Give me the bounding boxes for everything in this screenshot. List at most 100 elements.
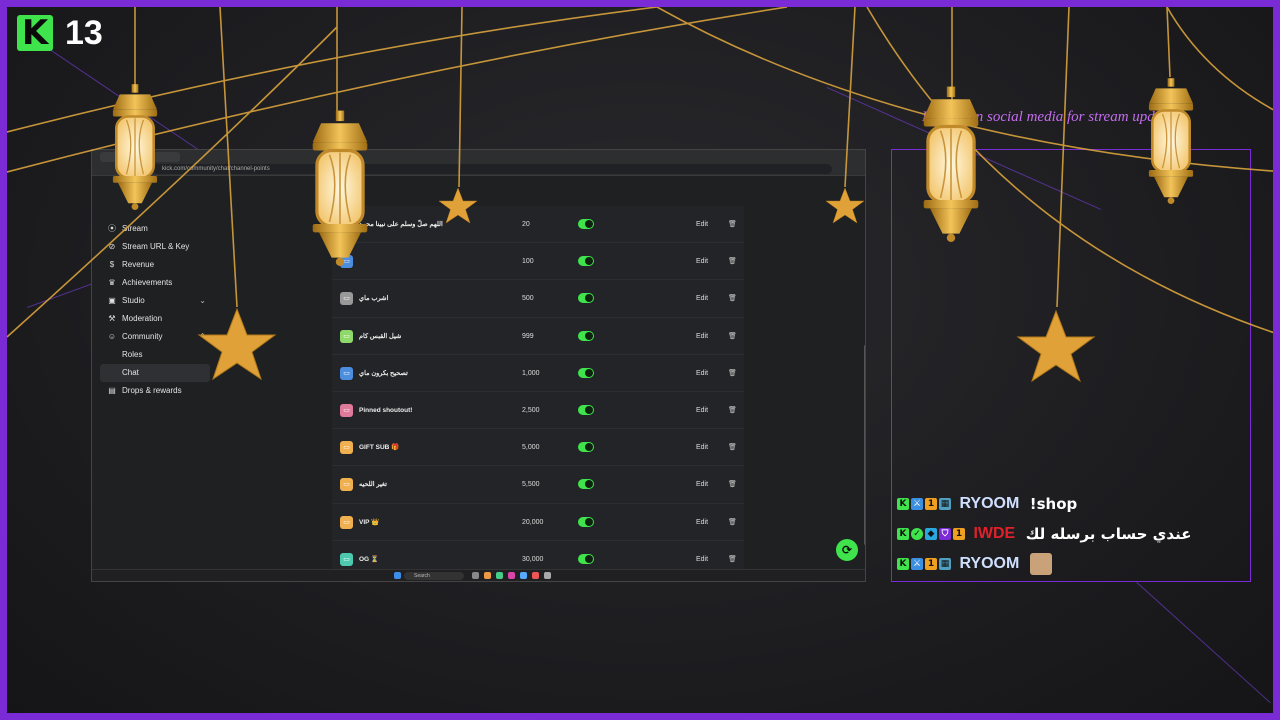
shield-badge-icon: ⛉ bbox=[939, 527, 951, 540]
trash-icon[interactable]: 🗑 bbox=[728, 318, 737, 355]
edit-button[interactable]: Edit bbox=[696, 243, 708, 280]
chat-message: K ✓ ◆ ⛉ 1 IWDE عندي حساب برسله لك bbox=[897, 522, 1191, 546]
sidebar-item-roles[interactable]: Roles bbox=[100, 346, 210, 364]
scrollbar[interactable] bbox=[864, 345, 865, 545]
taskbar-app-icon[interactable] bbox=[496, 572, 503, 579]
sidebar-item-label: Chat bbox=[122, 368, 139, 377]
sidebar-item-label: Studio bbox=[122, 296, 145, 305]
sidebar-item-achievements[interactable]: ♛ Achievements bbox=[100, 274, 210, 292]
taskbar-app-icon[interactable] bbox=[532, 572, 539, 579]
edit-button[interactable]: Edit bbox=[696, 318, 708, 355]
taskbar-app-icon[interactable] bbox=[484, 572, 491, 579]
reward-name: اشرب ماي bbox=[359, 295, 389, 303]
taskbar-app-icon[interactable] bbox=[544, 572, 551, 579]
sidebar-item-moderation[interactable]: ⚒ Moderation bbox=[100, 310, 210, 328]
reward-row: ▭ تصحيح بكرون ماي 1,000 Edit 🗑 bbox=[332, 354, 744, 392]
browser-toolbar: kick.com/community/chat/channel-points bbox=[92, 150, 865, 176]
reward-enabled-toggle[interactable] bbox=[578, 404, 594, 415]
sidebar-item-community[interactable]: ☺ Community ⌃ bbox=[100, 328, 210, 346]
trash-icon[interactable]: 🗑 bbox=[728, 429, 737, 466]
edit-button[interactable]: Edit bbox=[696, 504, 708, 541]
reward-enabled-toggle[interactable] bbox=[578, 553, 594, 564]
chat-badges: K ⚔ 1 ▦ bbox=[897, 555, 953, 573]
people-icon: ☺ bbox=[107, 332, 117, 341]
reward-row: ▭ تغير اللحيه 5,500 Edit 🗑 bbox=[332, 466, 744, 504]
reward-name: GIFT SUB 🎁 bbox=[359, 444, 400, 452]
verified-badge-icon: ✓ bbox=[911, 527, 923, 540]
captured-browser-window: kick.com/community/chat/channel-points ⦿… bbox=[91, 149, 866, 582]
chat-text: عندي حساب برسله لك bbox=[1025, 525, 1192, 543]
viewer-count: 13 bbox=[65, 14, 103, 52]
chat-badges: K ⚔ 1 ▦ bbox=[897, 495, 953, 513]
subscriber-badge-icon: 1 bbox=[925, 557, 937, 570]
channel-rewards-list: ▭ اللهم صلّ وسلم على نبينا محمد 20 Edit 🗑 ▭ 10… bbox=[332, 206, 744, 578]
sidebar-item-chat[interactable]: Chat bbox=[100, 364, 210, 382]
trash-icon[interactable]: 🗑 bbox=[728, 466, 737, 503]
studio-icon: ▣ bbox=[108, 296, 116, 305]
sword-badge-icon: ⚔ bbox=[911, 557, 923, 570]
reward-row: ▭ 100 Edit 🗑 bbox=[332, 243, 744, 281]
reward-enabled-toggle[interactable] bbox=[578, 256, 594, 267]
sidebar-item-label: Stream bbox=[122, 224, 148, 233]
browser-tab[interactable] bbox=[100, 152, 180, 162]
windows-start-icon[interactable] bbox=[394, 572, 401, 579]
reward-name: تصحيح بكرون ماي bbox=[359, 369, 408, 377]
reward-enabled-toggle[interactable] bbox=[578, 479, 594, 490]
chat-message: K ⚔ 1 ▦ RYOOM !shop bbox=[897, 492, 1077, 516]
reward-cost: 100 bbox=[522, 258, 534, 266]
taskbar-app-icon[interactable] bbox=[472, 572, 479, 579]
reward-icon: ▭ bbox=[340, 515, 353, 529]
reward-icon: ▭ bbox=[340, 218, 353, 231]
trash-icon[interactable]: 🗑 bbox=[728, 243, 737, 280]
reward-icon: ▭ bbox=[340, 403, 353, 417]
sidebar-item-label: Revenue bbox=[122, 260, 155, 269]
edit-button[interactable]: Edit bbox=[696, 429, 708, 466]
sidebar-item-label: Achievements bbox=[122, 278, 173, 287]
reward-row: ▭ اشرب ماي 500 Edit 🗑 bbox=[332, 280, 744, 318]
trash-icon[interactable]: 🗑 bbox=[728, 355, 737, 392]
reward-cost: 20 bbox=[522, 221, 530, 228]
reward-icon: ▭ bbox=[340, 366, 353, 380]
kick-badge-icon: K bbox=[897, 557, 909, 570]
gift-icon: ▤ bbox=[108, 386, 116, 395]
help-button[interactable]: ⟳ bbox=[836, 539, 858, 561]
edit-button[interactable]: Edit bbox=[696, 355, 708, 392]
trash-icon[interactable]: 🗑 bbox=[728, 392, 737, 429]
reward-enabled-toggle[interactable] bbox=[578, 219, 594, 229]
reward-name: Pinned shoutout! bbox=[359, 406, 413, 414]
sidebar-item-drops-rewards[interactable]: ▤ Drops & rewards bbox=[100, 382, 210, 400]
edit-button[interactable]: Edit bbox=[696, 392, 708, 429]
reward-enabled-toggle[interactable] bbox=[578, 367, 594, 378]
reward-cost: 500 bbox=[522, 295, 534, 303]
sidebar-item-studio[interactable]: ▣ Studio ⌄ bbox=[100, 292, 210, 310]
reward-cost: 1,000 bbox=[522, 369, 540, 377]
trash-icon[interactable]: 🗑 bbox=[728, 206, 737, 243]
trash-icon[interactable]: 🗑 bbox=[728, 280, 737, 317]
reward-cost: 5,500 bbox=[522, 481, 540, 489]
taskbar-search[interactable]: Search bbox=[404, 572, 464, 580]
kick-badge-icon: K bbox=[897, 497, 909, 510]
reward-enabled-toggle[interactable] bbox=[578, 516, 594, 527]
chat-username: RYOOM bbox=[959, 495, 1020, 512]
edit-button[interactable]: Edit bbox=[696, 466, 708, 503]
edit-button[interactable]: Edit bbox=[696, 280, 708, 317]
chat-badges: K ✓ ◆ ⛉ 1 bbox=[897, 525, 967, 543]
chevron-up-icon: ⌃ bbox=[199, 332, 206, 341]
sidebar-item-stream-url-key[interactable]: ⊘ Stream URL & Key bbox=[100, 238, 210, 256]
trophy-icon: ♛ bbox=[108, 278, 116, 287]
sidebar-item-revenue[interactable]: $ Revenue bbox=[100, 256, 210, 274]
trash-icon[interactable]: 🗑 bbox=[728, 504, 737, 541]
sidebar-item-label: Drops & rewards bbox=[122, 386, 182, 395]
reward-cost: 20,000 bbox=[522, 518, 544, 526]
taskbar-app-icon[interactable] bbox=[520, 572, 527, 579]
reward-cost: 999 bbox=[522, 332, 534, 340]
edit-button[interactable]: Edit bbox=[696, 206, 708, 243]
gift-badge-icon: ▦ bbox=[939, 497, 951, 510]
reward-enabled-toggle[interactable] bbox=[578, 330, 594, 341]
sidebar-item-stream[interactable]: ⦿ Stream bbox=[100, 220, 210, 238]
address-bar[interactable]: kick.com/community/chat/channel-points bbox=[152, 164, 832, 174]
reward-enabled-toggle[interactable] bbox=[578, 293, 594, 304]
reward-cost: 2,500 bbox=[522, 406, 540, 414]
taskbar-app-icon[interactable] bbox=[508, 572, 515, 579]
reward-enabled-toggle[interactable] bbox=[578, 442, 594, 453]
